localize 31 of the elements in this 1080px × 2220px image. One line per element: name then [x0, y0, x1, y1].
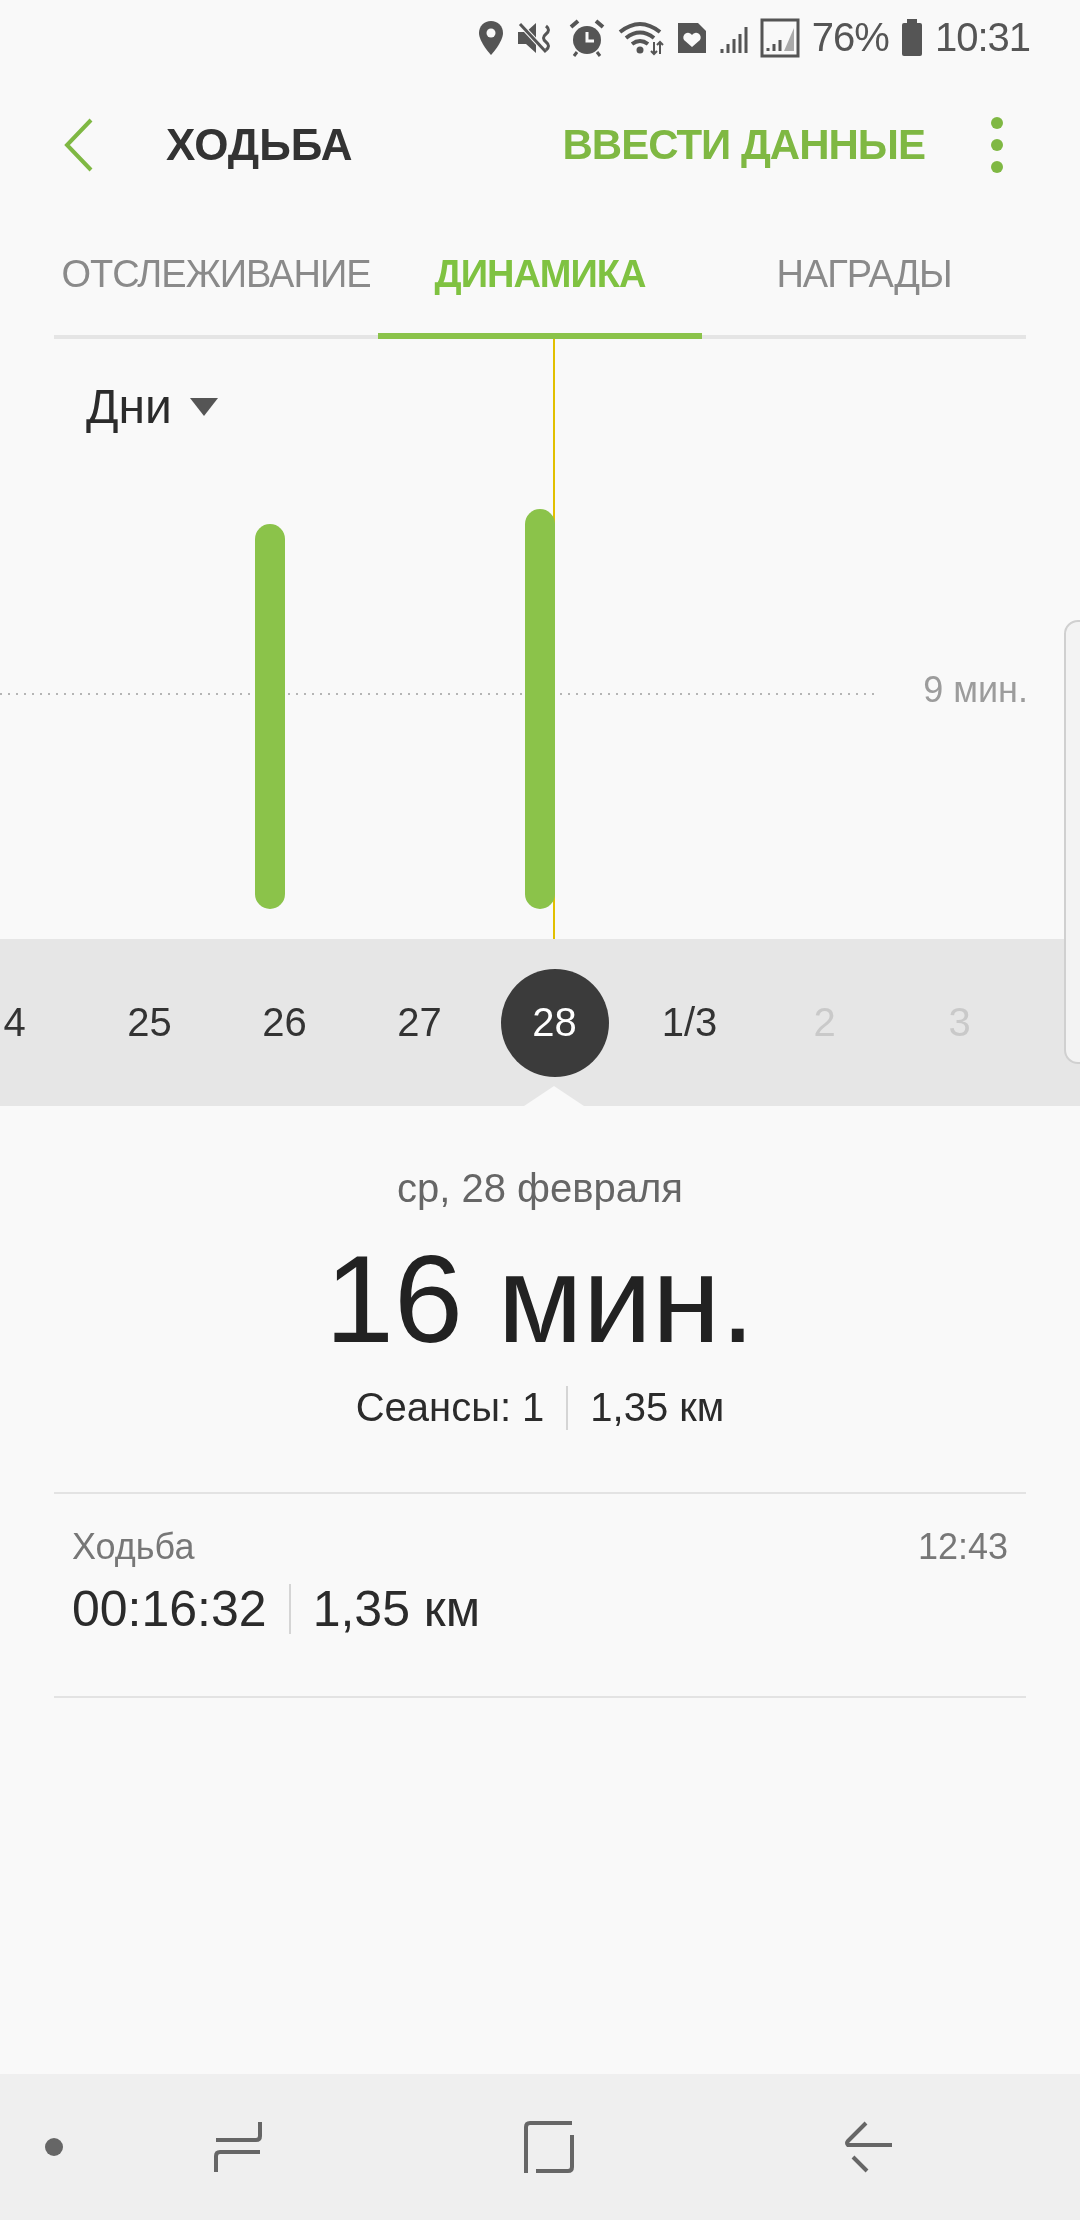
date-item[interactable]: 25	[95, 968, 204, 1077]
activity-name: Ходьба	[72, 1526, 195, 1568]
screen-title: ХОДЬБА	[166, 120, 354, 170]
signal-icon	[759, 17, 800, 58]
wifi-icon	[617, 19, 664, 56]
date-label: ср, 28 февраля	[397, 1166, 683, 1211]
date-item[interactable]: 27	[365, 968, 474, 1077]
location-icon	[477, 19, 504, 56]
period-dropdown[interactable]: Дни	[86, 379, 218, 434]
activity-record[interactable]: Ходьба 12:43 00:16:32 1,35 км	[54, 1494, 1026, 1698]
recent-apps-icon[interactable]	[214, 2120, 262, 2174]
activity-duration: 00:16:32	[72, 1580, 267, 1638]
sim-heart-icon	[675, 20, 708, 55]
clock: 10:31	[934, 15, 1030, 60]
alarm-icon	[567, 18, 606, 57]
battery-percent: 76%	[811, 15, 889, 60]
keyboard-dot-icon[interactable]	[44, 2137, 64, 2157]
axis-label: 9 мин.	[923, 669, 1028, 711]
activity-time: 12:43	[917, 1526, 1008, 1568]
date-item[interactable]: 4	[0, 968, 69, 1077]
activity-distance: 1,35 км	[312, 1580, 481, 1638]
total-duration: 16 мин.	[325, 1231, 755, 1368]
date-item[interactable]: 1/3	[635, 968, 744, 1077]
selected-date[interactable]: 28	[500, 968, 609, 1077]
caret-icon	[189, 397, 218, 416]
battery-icon	[900, 18, 923, 57]
back-icon[interactable]	[844, 2121, 892, 2173]
date-item[interactable]: 26	[230, 968, 339, 1077]
sessions-count: Сеансы: 1	[355, 1385, 545, 1431]
home-icon[interactable]	[524, 2121, 574, 2173]
distance: 1,35 км	[590, 1385, 725, 1431]
